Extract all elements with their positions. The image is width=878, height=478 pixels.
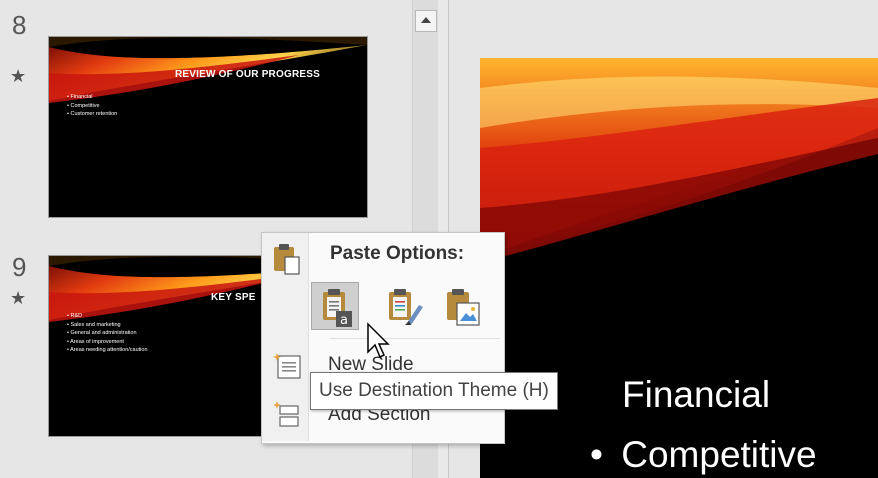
tooltip: Use Destination Theme (H) — [310, 372, 558, 410]
animation-star-icon: ★ — [10, 66, 27, 86]
thumbnail-bullet: Financial — [67, 93, 117, 102]
scroll-up-arrow-icon[interactable] — [415, 10, 437, 32]
animation-star-icon: ★ — [10, 288, 27, 308]
clipboard-destination-theme-icon: a — [323, 289, 352, 328]
paste-as-picture-button[interactable] — [440, 282, 488, 330]
thumbnail-bullet: Customer retention — [67, 110, 117, 119]
thumbnail-bullets: Financial Competitive Customer retention — [59, 93, 117, 119]
main-slide-canvas[interactable]: Financial • Competitive — [480, 58, 878, 478]
thumbnail-bullet: Areas of improvement — [67, 338, 148, 347]
bullet-dot-icon: • — [590, 434, 603, 475]
main-slide-fire-graphic — [480, 58, 878, 263]
thumbnail-title: REVIEW OF OUR PROGRESS — [175, 69, 320, 80]
thumbnail-bullet: General and administration — [67, 329, 148, 338]
paste-options-clipboard-icon — [272, 243, 302, 275]
svg-text:a: a — [340, 313, 348, 328]
paste-options-header: Paste Options: — [330, 243, 465, 264]
main-slide-bullet-text: Competitive — [621, 434, 817, 475]
thumbnail-bullet: Areas needing attention/caution — [67, 346, 147, 355]
main-slide-bullet: Financial — [622, 374, 771, 415]
add-section-icon — [272, 400, 304, 430]
slide-thumbnail-8[interactable]: REVIEW OF OUR PROGRESS Financial Competi… — [48, 36, 368, 218]
slide-fire-graphic — [49, 37, 367, 103]
new-slide-icon — [272, 352, 304, 382]
menu-separator — [330, 338, 500, 339]
thumbnail-title: KEY SPE — [211, 292, 256, 303]
clipboard-picture-icon — [447, 289, 480, 326]
thumbnail-bullet: Sales and marketing — [67, 321, 148, 330]
main-slide-bullet: • Competitive — [590, 434, 817, 476]
thumbnail-bullets: R&D Sales and marketing General and admi… — [59, 312, 148, 355]
thumbnail-bullet: Competitive — [67, 102, 117, 111]
mouse-pointer-icon — [366, 322, 390, 362]
thumbnail-bullet: R&D — [67, 312, 148, 321]
paste-destination-theme-button[interactable]: a — [311, 282, 359, 330]
slide-number: 9 — [12, 252, 27, 282]
slide-number: 8 — [12, 10, 27, 40]
